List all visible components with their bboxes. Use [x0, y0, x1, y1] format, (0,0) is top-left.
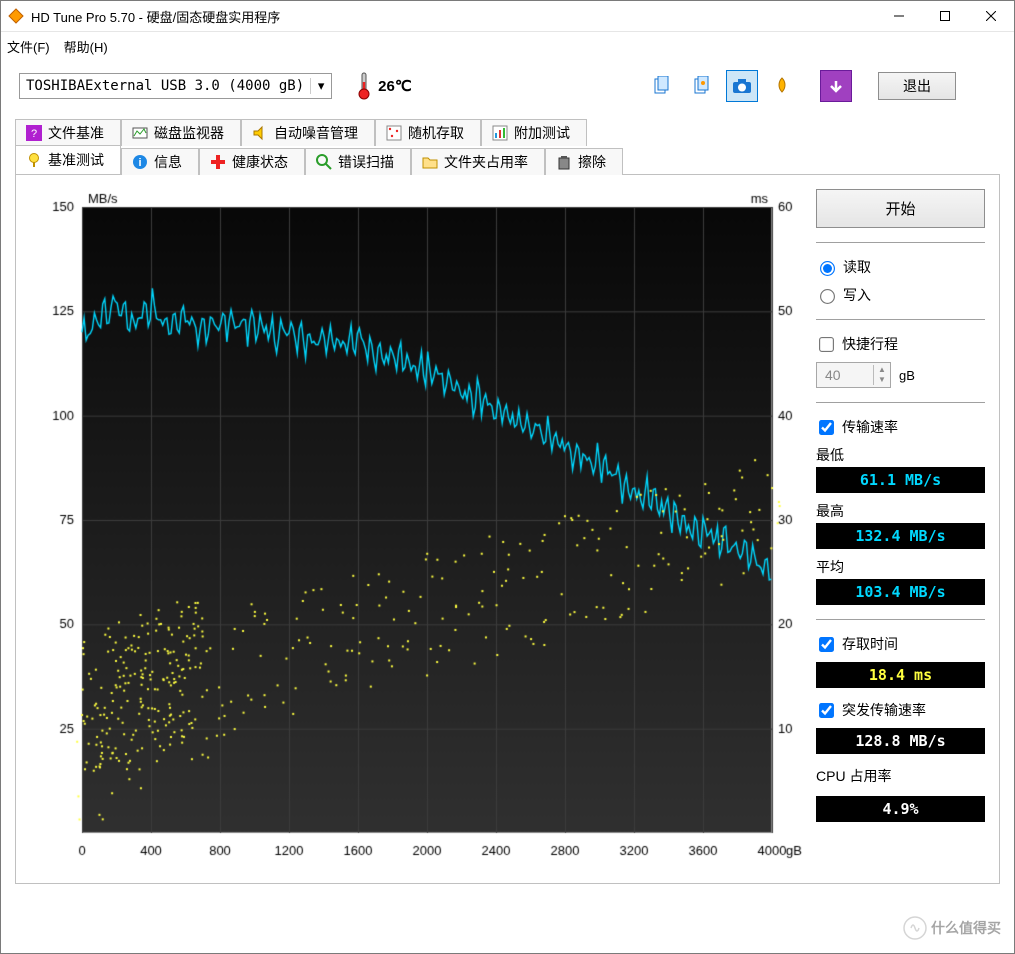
tab-aam[interactable]: 自动噪音管理: [241, 119, 375, 146]
access-time-value: 18.4 ms: [816, 662, 985, 688]
start-button[interactable]: 开始: [816, 189, 985, 228]
tab-info[interactable]: i信息: [121, 148, 199, 175]
thermometer-icon: [356, 72, 372, 100]
burst-rate-value: 128.8 MB/s: [816, 728, 985, 754]
app-window: HD Tune Pro 5.70 - 硬盘/固态硬盘实用程序 文件(F) 帮助(…: [0, 0, 1015, 954]
tab-folder-usage[interactable]: 文件夹占用率: [411, 148, 545, 175]
disk-monitor-icon: [132, 125, 148, 141]
avg-label: 平均: [816, 557, 985, 577]
tab-benchmark[interactable]: 基准测试: [15, 145, 121, 174]
window-title: HD Tune Pro 5.70 - 硬盘/固态硬盘实用程序: [31, 7, 876, 26]
copy-screenshot-button[interactable]: [686, 70, 718, 102]
access-time-checkbox[interactable]: 存取时间: [816, 634, 985, 654]
maximize-button[interactable]: [922, 1, 968, 31]
close-button[interactable]: [968, 1, 1014, 31]
max-label: 最高: [816, 501, 985, 521]
error-scan-icon: [316, 154, 332, 170]
min-value: 61.1 MB/s: [816, 467, 985, 493]
chevron-down-icon: ▾: [310, 78, 331, 94]
info-icon: i: [132, 154, 148, 170]
screenshot-button[interactable]: [726, 70, 758, 102]
drive-select-value: TOSHIBAExternal USB 3.0 (4000 gB): [20, 78, 310, 94]
temperature-display: 26℃: [356, 72, 412, 100]
exit-button[interactable]: 退出: [878, 72, 956, 100]
spinner-down-icon[interactable]: ▼: [874, 375, 890, 385]
short-stroke-checkbox[interactable]: 快捷行程: [816, 334, 985, 354]
burst-rate-checkbox[interactable]: 突发传输速率: [816, 700, 985, 720]
tab-extra-tests[interactable]: 附加测试: [481, 119, 587, 146]
tab-health[interactable]: 健康状态: [199, 148, 305, 175]
minimize-button[interactable]: [876, 1, 922, 31]
erase-icon: [556, 154, 572, 170]
tab-random-access[interactable]: 随机存取: [375, 119, 481, 146]
health-icon: [210, 154, 226, 170]
copy-info-button[interactable]: [646, 70, 678, 102]
short-stroke-spinner[interactable]: 40 ▲▼: [816, 362, 891, 388]
extra-tests-icon: [492, 125, 508, 141]
speaker-icon: [252, 125, 268, 141]
menu-file[interactable]: 文件(F): [7, 37, 50, 56]
spinner-up-icon[interactable]: ▲: [874, 365, 890, 375]
app-icon: [8, 8, 24, 24]
tab-content-benchmark: 开始 读取 写入 快捷行程 40 ▲▼ gB 传输速率 最低 61.1 MB: [15, 174, 1000, 884]
benchmark-chart: [30, 187, 806, 867]
watermark: 什么值得买: [903, 916, 1001, 940]
avg-value: 103.4 MB/s: [816, 579, 985, 605]
benchmark-side-panel: 开始 读取 写入 快捷行程 40 ▲▼ gB 传输速率 最低 61.1 MB: [816, 187, 985, 867]
random-access-icon: [386, 125, 402, 141]
folder-icon: [422, 154, 438, 170]
benchmark-icon: [26, 152, 42, 168]
read-radio[interactable]: 读取: [816, 257, 985, 277]
toolbar: TOSHIBAExternal USB 3.0 (4000 gB) ▾ 26℃ …: [1, 60, 1014, 108]
tab-disk-monitor[interactable]: 磁盘监视器: [121, 119, 241, 146]
write-radio[interactable]: 写入: [816, 285, 985, 305]
cpu-value: 4.9%: [816, 796, 985, 822]
window-controls: [876, 1, 1014, 31]
min-label: 最低: [816, 445, 985, 465]
file-benchmark-icon: ?: [26, 125, 42, 141]
max-value: 132.4 MB/s: [816, 523, 985, 549]
short-stroke-unit: gB: [899, 368, 915, 383]
menubar: 文件(F) 帮助(H): [1, 32, 1014, 60]
cpu-label: CPU 占用率: [816, 766, 985, 786]
tab-erase[interactable]: 擦除: [545, 148, 623, 175]
svg-text:i: i: [138, 157, 141, 169]
temperature-value: 26℃: [378, 77, 412, 95]
save-button[interactable]: [766, 70, 798, 102]
options-button[interactable]: [820, 70, 852, 102]
drive-select[interactable]: TOSHIBAExternal USB 3.0 (4000 gB) ▾: [19, 73, 332, 99]
titlebar: HD Tune Pro 5.70 - 硬盘/固态硬盘实用程序: [1, 1, 1014, 32]
transfer-rate-checkbox[interactable]: 传输速率: [816, 417, 985, 437]
menu-help[interactable]: 帮助(H): [64, 37, 108, 56]
svg-text:?: ?: [31, 128, 37, 140]
tab-file-benchmark[interactable]: ?文件基准: [15, 119, 121, 146]
tab-container: ?文件基准 磁盘监视器 自动噪音管理 随机存取 附加测试 基准测试 i信息 健康…: [15, 118, 1000, 884]
tab-error-scan[interactable]: 错误扫描: [305, 148, 411, 175]
